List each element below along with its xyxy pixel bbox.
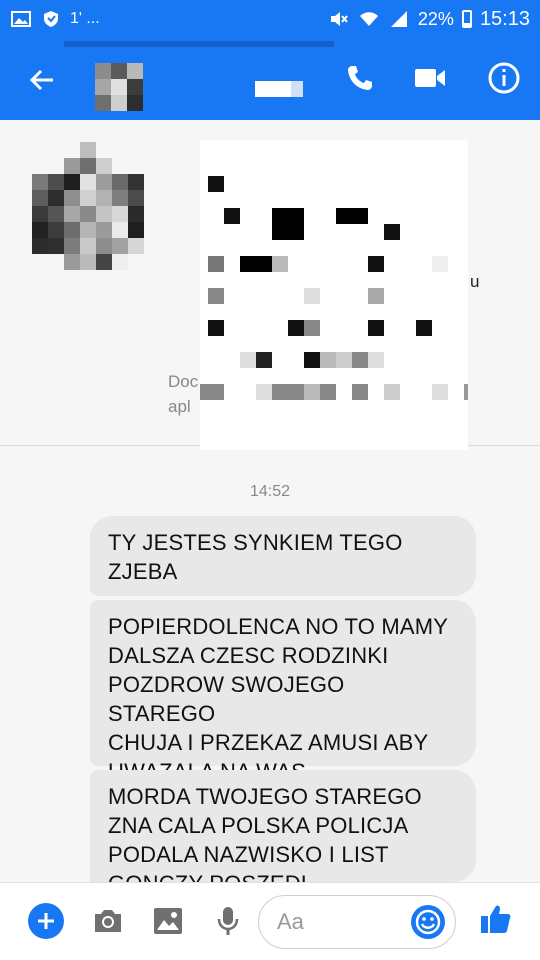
battery-percent: 22% xyxy=(417,8,454,29)
phone-icon xyxy=(348,66,372,90)
status-left: 1' ... xyxy=(10,10,100,28)
more-actions-button[interactable] xyxy=(28,903,64,939)
message-composer xyxy=(0,882,540,960)
status-time: 15:13 xyxy=(479,7,530,30)
video-camera-icon xyxy=(415,69,445,87)
contact-profile-avatar xyxy=(32,142,144,272)
arrow-left-icon xyxy=(29,69,53,91)
back-button[interactable] xyxy=(22,60,62,100)
status-left-text: 1' ... xyxy=(70,10,100,27)
thumbs-up-icon xyxy=(481,905,511,933)
profile-partial-text-1: Doc xyxy=(168,372,199,391)
signal-icon xyxy=(388,10,410,28)
like-button[interactable] xyxy=(478,901,514,937)
video-call-button[interactable] xyxy=(410,58,450,98)
redacted-profile-info xyxy=(200,140,468,450)
message-input[interactable] xyxy=(277,908,407,936)
info-button[interactable] xyxy=(484,58,524,98)
battery-icon xyxy=(461,10,472,28)
message-bubble[interactable]: POPIERDOLENCA NO TO MAMY DALSZA CZESC RO… xyxy=(90,600,476,784)
status-bar: 1' ... 22% 15:13 xyxy=(0,0,540,38)
gallery-button[interactable] xyxy=(150,903,186,939)
message-bubble[interactable]: MORDA TWOJEGO STAREGO ZNA CALA POLSKA PO… xyxy=(90,770,476,882)
shield-icon xyxy=(40,10,62,28)
conversation-header xyxy=(0,38,540,128)
status-right: 22% 15:13 xyxy=(328,8,530,31)
profile-partial-text-2: apl xyxy=(168,397,191,416)
voice-button[interactable] xyxy=(210,903,246,939)
mute-icon xyxy=(328,10,350,28)
message-bubble[interactable]: TY JESTES SYNKIEM TEGO ZJEBA xyxy=(90,516,476,596)
message-timestamp: 14:52 xyxy=(249,483,291,500)
gallery-icon xyxy=(10,10,32,28)
call-button[interactable] xyxy=(340,58,380,98)
profile-partial-text-3: u xyxy=(470,272,480,291)
contact-avatar[interactable] xyxy=(95,63,143,111)
message-input-wrapper[interactable] xyxy=(258,895,456,949)
header-strip xyxy=(64,41,334,47)
emoji-icon xyxy=(415,909,441,935)
plus-icon xyxy=(38,913,54,929)
camera-icon xyxy=(95,910,121,932)
wifi-icon xyxy=(358,10,380,28)
camera-button[interactable] xyxy=(90,903,126,939)
microphone-icon xyxy=(217,907,239,935)
info-icon xyxy=(488,62,520,94)
emoji-button[interactable] xyxy=(411,905,445,939)
contact-name-redacted[interactable] xyxy=(255,81,303,97)
image-icon xyxy=(154,908,182,934)
